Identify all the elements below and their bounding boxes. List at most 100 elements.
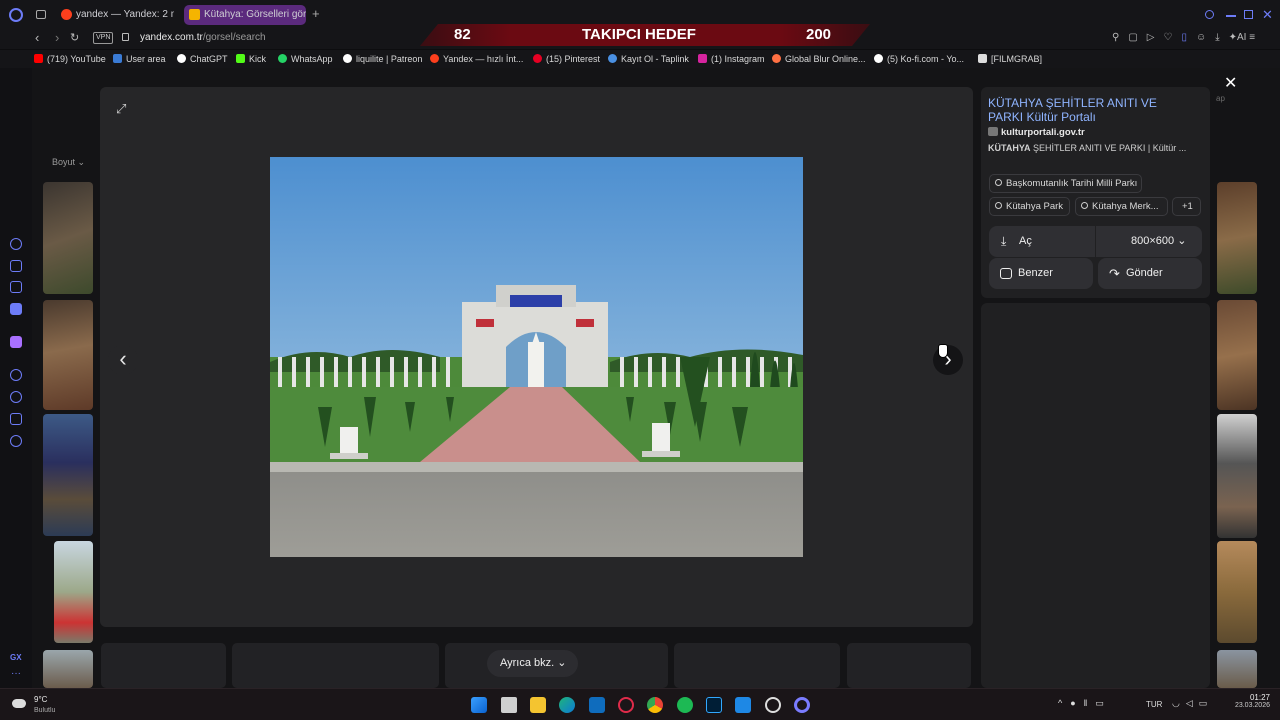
mail-icon[interactable] bbox=[10, 303, 22, 315]
bookmark-kofi[interactable]: (5) Ko-fi.com - Yo... bbox=[874, 53, 964, 65]
bookmark-chatgpt[interactable]: ChatGPT bbox=[177, 53, 228, 65]
previous-image-button[interactable]: ‹ bbox=[108, 345, 138, 375]
heart-icon[interactable]: ♡ bbox=[1163, 32, 1181, 43]
thumbnail[interactable] bbox=[1217, 541, 1257, 643]
vpn-badge[interactable]: VPN bbox=[93, 32, 114, 44]
related-card[interactable] bbox=[847, 643, 971, 688]
profile-icon[interactable]: ☺ bbox=[1196, 32, 1215, 43]
bookmark-instagram[interactable]: (1) Instagram bbox=[698, 53, 765, 65]
bluetooth-icon[interactable]: ● bbox=[1070, 698, 1083, 708]
bookmark-user-area[interactable]: User area bbox=[113, 53, 166, 65]
download-icon[interactable]: ⤓ bbox=[1215, 32, 1228, 43]
result-title-link[interactable]: KÜTAHYA ŞEHİTLER ANITI VE PARKI Kültür P… bbox=[988, 96, 1188, 124]
thumbnail[interactable] bbox=[1217, 650, 1257, 688]
microphone-icon[interactable]: ǁ bbox=[1084, 698, 1096, 708]
new-tab-button[interactable]: + bbox=[312, 7, 320, 20]
forward-icon[interactable]: › bbox=[55, 30, 59, 45]
pin-icon[interactable]: ⚲ bbox=[1112, 32, 1128, 43]
play-circle-icon[interactable] bbox=[10, 369, 22, 381]
menu-icon[interactable]: ≡ bbox=[1246, 32, 1255, 43]
clock[interactable]: 01:27 23.03.2026 bbox=[1226, 693, 1270, 710]
open-button[interactable]: ⤓ Aç bbox=[989, 226, 1095, 257]
tab-kutahya[interactable]: Kütahya: Görselleri görüntü bbox=[184, 5, 306, 25]
opera-gx-icon[interactable] bbox=[618, 697, 634, 713]
chrome-icon[interactable] bbox=[647, 697, 663, 713]
opera-icon[interactable] bbox=[794, 697, 810, 713]
thumbnail[interactable] bbox=[43, 414, 93, 536]
file-explorer-icon[interactable] bbox=[530, 697, 546, 713]
url-field[interactable]: yandex.com.tr/gorsel/search bbox=[140, 31, 266, 45]
thumbnail[interactable] bbox=[43, 650, 93, 688]
tag-icon[interactable] bbox=[10, 281, 22, 293]
play-icon[interactable]: ▷ bbox=[1147, 32, 1164, 43]
more-icon[interactable]: ··· bbox=[11, 668, 21, 679]
photoshop-icon[interactable] bbox=[706, 697, 722, 713]
thumbnail[interactable] bbox=[43, 300, 93, 410]
tag-chip[interactable]: Kütahya Park bbox=[989, 197, 1070, 216]
tab-yandex[interactable]: yandex — Yandex: 2 milyon bbox=[56, 5, 174, 25]
wallet-icon[interactable]: ▯ bbox=[1181, 32, 1196, 43]
volume-icon[interactable]: ◁ bbox=[1186, 698, 1199, 708]
browser-logo-icon[interactable] bbox=[9, 8, 23, 22]
close-window-icon[interactable]: ✕ bbox=[1262, 7, 1273, 23]
reload-icon[interactable]: ↻ bbox=[70, 31, 79, 44]
main-image[interactable] bbox=[270, 157, 803, 557]
bookmark-patreon[interactable]: liquilite | Patreon bbox=[343, 53, 422, 65]
see-also-button[interactable]: Ayrıca bkz. ⌄ bbox=[487, 650, 578, 677]
bookmark-yandex[interactable]: Yandex — hızlı İnt... bbox=[430, 53, 523, 65]
similar-button[interactable]: Benzer bbox=[989, 258, 1093, 289]
history-icon[interactable] bbox=[10, 391, 22, 403]
workspaces-icon[interactable] bbox=[36, 10, 46, 19]
copilot-icon[interactable] bbox=[10, 238, 22, 250]
settings-icon[interactable] bbox=[10, 435, 22, 447]
related-card[interactable] bbox=[232, 643, 439, 688]
bookmark-pinterest[interactable]: (15) Pinterest bbox=[533, 53, 600, 65]
weather-widget[interactable]: 9°C Bulutlu bbox=[10, 693, 70, 717]
bookmark-kick[interactable]: Kick bbox=[236, 53, 266, 65]
spotify-icon[interactable] bbox=[677, 697, 693, 713]
send-button[interactable]: ↷ Gönder bbox=[1098, 258, 1202, 289]
outlook-icon[interactable] bbox=[589, 697, 605, 713]
maximize-icon[interactable] bbox=[1244, 10, 1253, 19]
tag-chip[interactable]: Başkomutanlık Tarihi Milli Parkı bbox=[989, 174, 1142, 193]
task-view-icon[interactable] bbox=[501, 697, 517, 713]
thumbnail[interactable] bbox=[43, 182, 93, 294]
keyboard-icon[interactable]: ▭ bbox=[1095, 698, 1112, 708]
snipping-tool-icon[interactable] bbox=[735, 697, 751, 713]
bookmark-global-blur[interactable]: Global Blur Online... bbox=[772, 53, 866, 65]
twitch-icon[interactable] bbox=[10, 336, 22, 348]
screenshot-icon[interactable]: ▢ bbox=[1128, 32, 1146, 43]
fullscreen-icon[interactable]: ⤢ bbox=[116, 102, 130, 116]
close-viewer-button[interactable]: ✕ bbox=[1224, 76, 1237, 92]
gx-icon[interactable]: GX bbox=[10, 653, 22, 662]
thumbnail[interactable] bbox=[54, 541, 93, 643]
thumbnail[interactable] bbox=[1217, 300, 1257, 410]
start-icon[interactable] bbox=[471, 697, 487, 713]
lock-icon[interactable] bbox=[122, 33, 129, 41]
bag-icon[interactable] bbox=[10, 260, 22, 272]
edge-icon[interactable] bbox=[559, 697, 575, 713]
bookmark-youtube[interactable]: (719) YouTube bbox=[34, 53, 106, 65]
bookmark-taplink[interactable]: Kayıt Ol - Taplink bbox=[608, 53, 689, 65]
bookmark-whatsapp[interactable]: WhatsApp bbox=[278, 53, 333, 65]
size-dropdown[interactable]: 800×600 ⌄ bbox=[1096, 226, 1202, 257]
related-card[interactable] bbox=[674, 643, 840, 688]
back-icon[interactable]: ‹ bbox=[35, 30, 39, 45]
size-filter[interactable]: Boyut ⌄ bbox=[52, 157, 85, 168]
language-indicator[interactable]: TUR bbox=[1146, 700, 1162, 709]
minimize-icon[interactable] bbox=[1226, 15, 1236, 17]
search-tabs-icon[interactable] bbox=[1205, 10, 1214, 19]
related-card[interactable] bbox=[101, 643, 226, 688]
result-source[interactable]: kulturportali.gov.tr bbox=[988, 127, 1085, 138]
more-tags-chip[interactable]: +1 bbox=[1172, 197, 1201, 216]
thumbnail[interactable] bbox=[1217, 182, 1257, 294]
wifi-icon[interactable]: ◡ bbox=[1172, 698, 1186, 708]
cube-icon[interactable] bbox=[10, 413, 22, 425]
obs-icon[interactable] bbox=[765, 697, 781, 713]
ai-icon[interactable]: ✦AI bbox=[1229, 32, 1247, 43]
battery-icon[interactable]: ▭ bbox=[1199, 698, 1214, 708]
chevron-up-icon[interactable]: ^ bbox=[1058, 698, 1070, 708]
thumbnail[interactable] bbox=[1217, 414, 1257, 538]
tag-chip[interactable]: Kütahya Merk... bbox=[1075, 197, 1168, 216]
bookmark-filmgrab[interactable]: [FILMGRAB] bbox=[978, 53, 1042, 65]
